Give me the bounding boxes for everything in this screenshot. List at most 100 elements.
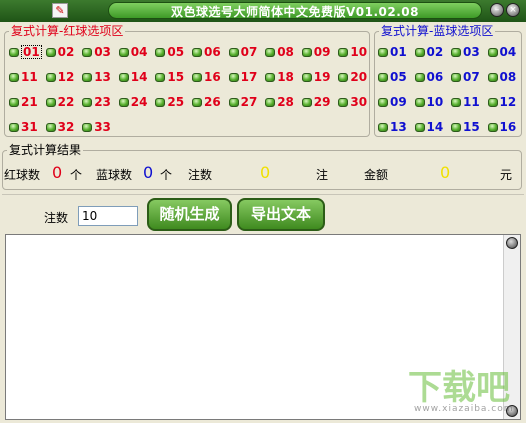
- blue-ball-10[interactable]: 10: [414, 94, 443, 110]
- ball-checkbox-icon[interactable]: [301, 97, 312, 107]
- ball-checkbox-icon[interactable]: [45, 122, 56, 132]
- blue-ball-08[interactable]: 08: [487, 69, 516, 85]
- ball-checkbox-icon[interactable]: [265, 97, 276, 107]
- ball-checkbox-icon[interactable]: [451, 47, 461, 57]
- red-ball-12[interactable]: 12: [45, 69, 74, 85]
- ball-checkbox-icon[interactable]: [192, 72, 202, 82]
- red-ball-11[interactable]: 11: [9, 69, 38, 85]
- ball-checkbox-icon[interactable]: [82, 122, 93, 132]
- ball-checkbox-icon[interactable]: [301, 47, 312, 57]
- blue-ball-02[interactable]: 02: [414, 44, 443, 60]
- ball-checkbox-icon[interactable]: [451, 122, 461, 132]
- red-ball-28[interactable]: 28: [265, 94, 294, 110]
- blue-ball-12[interactable]: 12: [487, 94, 516, 110]
- blue-ball-04[interactable]: 04: [487, 44, 516, 60]
- scroll-up-button[interactable]: [506, 237, 518, 249]
- red-ball-16[interactable]: 16: [192, 69, 221, 85]
- red-ball-22[interactable]: 22: [45, 94, 74, 110]
- ball-checkbox-icon[interactable]: [414, 72, 425, 82]
- ball-checkbox-icon[interactable]: [118, 47, 129, 57]
- ball-checkbox-icon[interactable]: [487, 72, 498, 82]
- blue-ball-15[interactable]: 15: [451, 119, 480, 135]
- red-ball-32[interactable]: 32: [45, 119, 74, 135]
- ball-checkbox-icon[interactable]: [338, 47, 349, 57]
- ball-checkbox-icon[interactable]: [192, 47, 202, 57]
- ball-checkbox-icon[interactable]: [338, 97, 349, 107]
- ball-checkbox-icon[interactable]: [487, 122, 498, 132]
- red-ball-25[interactable]: 25: [155, 94, 184, 110]
- red-ball-14[interactable]: 14: [118, 69, 148, 85]
- red-ball-17[interactable]: 17: [228, 69, 257, 85]
- red-ball-06[interactable]: 06: [192, 44, 221, 60]
- blue-ball-05[interactable]: 05: [378, 69, 407, 85]
- ball-checkbox-icon[interactable]: [155, 97, 166, 107]
- blue-ball-01[interactable]: 01: [378, 44, 407, 60]
- minimize-button[interactable]: –: [490, 3, 504, 17]
- ball-checkbox-icon[interactable]: [9, 122, 19, 132]
- ball-checkbox-icon[interactable]: [301, 72, 312, 82]
- ball-checkbox-icon[interactable]: [192, 97, 202, 107]
- ball-checkbox-icon[interactable]: [45, 97, 56, 107]
- close-button[interactable]: ×: [506, 3, 520, 17]
- ball-checkbox-icon[interactable]: [338, 72, 349, 82]
- ball-checkbox-icon[interactable]: [228, 97, 239, 107]
- ball-checkbox-icon[interactable]: [118, 72, 129, 82]
- blue-ball-03[interactable]: 03: [451, 44, 480, 60]
- red-ball-09[interactable]: 09: [301, 44, 331, 60]
- red-ball-27[interactable]: 27: [228, 94, 257, 110]
- ball-checkbox-icon[interactable]: [45, 72, 56, 82]
- red-ball-15[interactable]: 15: [155, 69, 184, 85]
- ball-checkbox-icon[interactable]: [9, 72, 19, 82]
- blue-ball-16[interactable]: 16: [487, 119, 516, 135]
- red-ball-01[interactable]: 01: [9, 44, 42, 60]
- export-text-button[interactable]: 导出文本: [237, 198, 325, 231]
- ball-checkbox-icon[interactable]: [414, 122, 425, 132]
- red-ball-05[interactable]: 05: [155, 44, 184, 60]
- red-ball-07[interactable]: 07: [228, 44, 257, 60]
- ball-checkbox-icon[interactable]: [118, 97, 129, 107]
- red-ball-31[interactable]: 31: [9, 119, 38, 135]
- red-ball-20[interactable]: 20: [338, 69, 367, 85]
- ball-checkbox-icon[interactable]: [451, 72, 461, 82]
- ball-checkbox-icon[interactable]: [487, 47, 498, 57]
- red-ball-02[interactable]: 02: [45, 44, 74, 60]
- ball-checkbox-icon[interactable]: [414, 47, 425, 57]
- ball-checkbox-icon[interactable]: [228, 72, 239, 82]
- ball-checkbox-icon[interactable]: [265, 47, 276, 57]
- ball-checkbox-icon[interactable]: [82, 97, 93, 107]
- ball-checkbox-icon[interactable]: [155, 72, 166, 82]
- blue-ball-13[interactable]: 13: [378, 119, 407, 135]
- ball-checkbox-icon[interactable]: [9, 47, 19, 57]
- random-generate-button[interactable]: 随机生成: [147, 198, 232, 231]
- red-ball-04[interactable]: 04: [118, 44, 148, 60]
- red-ball-18[interactable]: 18: [265, 69, 294, 85]
- ball-checkbox-icon[interactable]: [487, 97, 498, 107]
- red-ball-10[interactable]: 10: [338, 44, 367, 60]
- blue-ball-09[interactable]: 09: [378, 94, 407, 110]
- red-ball-21[interactable]: 21: [9, 94, 38, 110]
- ball-checkbox-icon[interactable]: [414, 97, 425, 107]
- ball-checkbox-icon[interactable]: [378, 72, 388, 82]
- bet-count-input[interactable]: [78, 206, 138, 226]
- ball-checkbox-icon[interactable]: [378, 97, 388, 107]
- blue-ball-14[interactable]: 14: [414, 119, 443, 135]
- ball-checkbox-icon[interactable]: [82, 72, 93, 82]
- blue-ball-07[interactable]: 07: [451, 69, 480, 85]
- ball-checkbox-icon[interactable]: [9, 97, 19, 107]
- ball-checkbox-icon[interactable]: [265, 72, 276, 82]
- red-ball-13[interactable]: 13: [82, 69, 111, 85]
- red-ball-29[interactable]: 29: [301, 94, 331, 110]
- red-ball-26[interactable]: 26: [192, 94, 221, 110]
- red-ball-19[interactable]: 19: [301, 69, 331, 85]
- ball-checkbox-icon[interactable]: [228, 47, 239, 57]
- red-ball-24[interactable]: 24: [118, 94, 148, 110]
- ball-checkbox-icon[interactable]: [378, 122, 388, 132]
- ball-checkbox-icon[interactable]: [378, 47, 388, 57]
- blue-ball-11[interactable]: 11: [451, 94, 480, 110]
- red-ball-08[interactable]: 08: [265, 44, 294, 60]
- blue-ball-06[interactable]: 06: [414, 69, 443, 85]
- red-ball-33[interactable]: 33: [82, 119, 111, 135]
- red-ball-30[interactable]: 30: [338, 94, 367, 110]
- red-ball-03[interactable]: 03: [82, 44, 111, 60]
- red-ball-23[interactable]: 23: [82, 94, 111, 110]
